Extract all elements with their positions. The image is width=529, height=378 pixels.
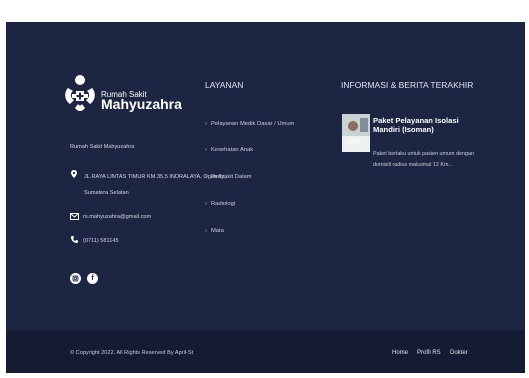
service-label: Radiologi <box>210 201 236 207</box>
service-link-eye[interactable]: › Mata <box>205 228 224 235</box>
phone-icon <box>71 236 78 245</box>
service-link-child-health[interactable]: › Kesehatan Anak <box>205 147 253 154</box>
copyright-text: © Copyright 2022. All Rights Reserved By… <box>70 350 194 356</box>
news-post-title[interactable]: Paket Pelayanan Isolasi Mandiri (Isoman) <box>373 116 483 134</box>
envelope-icon <box>70 213 79 222</box>
chevron-right-icon: › <box>205 147 207 153</box>
chevron-right-icon: › <box>205 121 207 127</box>
service-link-general[interactable]: › Pelayanan Medik Dasar / Umum <box>205 121 294 128</box>
service-link-internal-medicine[interactable]: › Penyakit Dalam <box>205 174 252 181</box>
news-post-excerpt: Paket berlaku untuk pasien umum dengan d… <box>373 151 474 168</box>
chevron-right-icon: › <box>205 174 207 180</box>
news-thumbnail[interactable] <box>342 114 370 152</box>
hospital-name: Rumah Sakit Mahyuzahra <box>70 144 135 150</box>
logo-emblem-icon <box>65 75 95 111</box>
email-link[interactable]: rs.mahyuzahra@gmail.com <box>83 214 151 221</box>
service-label: Mata <box>210 228 224 234</box>
footer-nav-doctors[interactable]: Dokter <box>450 350 468 357</box>
instagram-icon[interactable] <box>70 273 81 284</box>
chevron-right-icon: › <box>205 201 207 207</box>
map-pin-icon <box>71 170 77 180</box>
address-line-2: Sumatera Selatan <box>84 190 129 196</box>
hospital-logo[interactable]: Rumah Sakit Mahyuzahra <box>62 74 182 114</box>
footer-nav-profile[interactable]: Profil RS <box>417 350 441 357</box>
phone-number: (0711) 581145 <box>83 238 119 244</box>
service-label: Penyakit Dalam <box>210 174 252 180</box>
logo-text-line2: Mahyuzahra <box>101 96 182 112</box>
footer-nav-home[interactable]: Home <box>392 350 408 357</box>
chevron-right-icon: › <box>205 228 207 234</box>
services-heading: LAYANAN <box>205 80 244 90</box>
news-heading: INFORMASI & BERITA TERAKHIR <box>341 80 474 90</box>
service-label: Pelayanan Medik Dasar / Umum <box>210 121 295 127</box>
service-label: Kesehatan Anak <box>210 147 254 153</box>
facebook-icon[interactable]: f <box>87 273 98 284</box>
service-link-radiology[interactable]: › Radiologi <box>205 201 235 208</box>
